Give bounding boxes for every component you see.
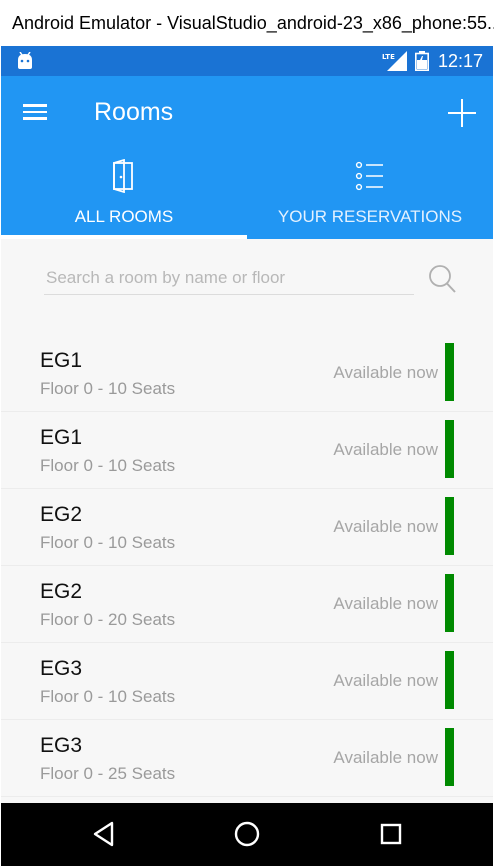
availability-indicator bbox=[445, 420, 454, 478]
lte-signal-icon: LTE bbox=[382, 51, 407, 71]
home-icon[interactable] bbox=[232, 819, 262, 849]
system-nav-bar bbox=[1, 803, 493, 866]
room-list-item[interactable]: EG3 Floor 0 - 25 Seats Available now bbox=[1, 720, 493, 797]
room-name: EG2 bbox=[40, 503, 83, 526]
tab-your-reservations[interactable]: YOUR RESERVATIONS bbox=[247, 159, 493, 239]
window-title: Android Emulator - VisualStudio_android-… bbox=[0, 0, 494, 46]
list-icon bbox=[355, 161, 383, 191]
svg-text:LTE: LTE bbox=[382, 53, 395, 61]
room-list-item[interactable]: EG1 Floor 0 - 10 Seats Available now bbox=[1, 412, 493, 489]
status-clock: 12:17 bbox=[438, 51, 484, 71]
hamburger-icon-line bbox=[23, 110, 47, 113]
room-availability: Available now bbox=[333, 671, 438, 690]
door-icon bbox=[113, 159, 133, 193]
app-bar: Rooms ALL ROOMS YOUR RESERVATIONS bbox=[1, 76, 493, 239]
room-detail: Floor 0 - 10 Seats bbox=[40, 687, 176, 706]
room-name: EG2 bbox=[40, 580, 83, 603]
page-title: Rooms bbox=[94, 98, 174, 126]
tab-your-reservations-label: YOUR RESERVATIONS bbox=[277, 207, 463, 226]
availability-indicator bbox=[445, 651, 454, 709]
room-availability: Available now bbox=[333, 440, 438, 459]
selected-tab-indicator bbox=[1, 235, 247, 239]
room-detail: Floor 0 - 10 Seats bbox=[40, 533, 176, 552]
availability-indicator bbox=[445, 497, 454, 555]
search-input[interactable] bbox=[44, 264, 414, 292]
hamburger-icon-line bbox=[23, 104, 47, 107]
back-icon[interactable] bbox=[89, 819, 119, 849]
room-list-item[interactable]: EG2 Floor 0 - 10 Seats Available now bbox=[1, 489, 493, 566]
availability-indicator bbox=[445, 343, 454, 401]
battery-icon bbox=[415, 51, 429, 71]
emulator-screen: LTE 12:17 Rooms ALL ROOMS YOUR RESERVATI… bbox=[1, 46, 493, 866]
room-availability: Available now bbox=[333, 594, 438, 613]
room-detail: Floor 0 - 20 Seats bbox=[40, 610, 176, 629]
room-name: EG1 bbox=[40, 426, 83, 449]
availability-indicator bbox=[445, 728, 454, 786]
room-list-item[interactable]: EG2 Floor 0 - 20 Seats Available now bbox=[1, 566, 493, 643]
tab-all-rooms-label: ALL ROOMS bbox=[74, 207, 174, 226]
add-icon[interactable] bbox=[445, 96, 479, 130]
room-name: EG3 bbox=[40, 657, 83, 680]
room-availability: Available now bbox=[333, 363, 438, 382]
recent-apps-icon[interactable] bbox=[376, 819, 406, 849]
room-availability: Available now bbox=[333, 517, 438, 536]
menu-button[interactable] bbox=[23, 100, 51, 124]
availability-indicator bbox=[445, 574, 454, 632]
hamburger-icon-line bbox=[23, 117, 47, 120]
room-availability: Available now bbox=[333, 748, 438, 767]
room-name: EG3 bbox=[40, 734, 83, 757]
status-bar: LTE 12:17 bbox=[1, 46, 493, 76]
tab-all-rooms[interactable]: ALL ROOMS bbox=[1, 159, 247, 239]
search-icon[interactable] bbox=[427, 264, 457, 294]
room-list-item[interactable]: EG1 Floor 0 - 10 Seats Available now bbox=[1, 335, 493, 412]
android-debug-icon bbox=[18, 52, 32, 69]
room-list: EG1 Floor 0 - 10 Seats Available now EG1… bbox=[1, 335, 493, 797]
room-list-item[interactable]: EG3 Floor 0 - 10 Seats Available now bbox=[1, 643, 493, 720]
room-detail: Floor 0 - 25 Seats bbox=[40, 764, 176, 783]
room-detail: Floor 0 - 10 Seats bbox=[40, 456, 176, 475]
search-field bbox=[44, 264, 414, 295]
room-detail: Floor 0 - 10 Seats bbox=[40, 379, 176, 398]
room-name: EG1 bbox=[40, 349, 83, 372]
